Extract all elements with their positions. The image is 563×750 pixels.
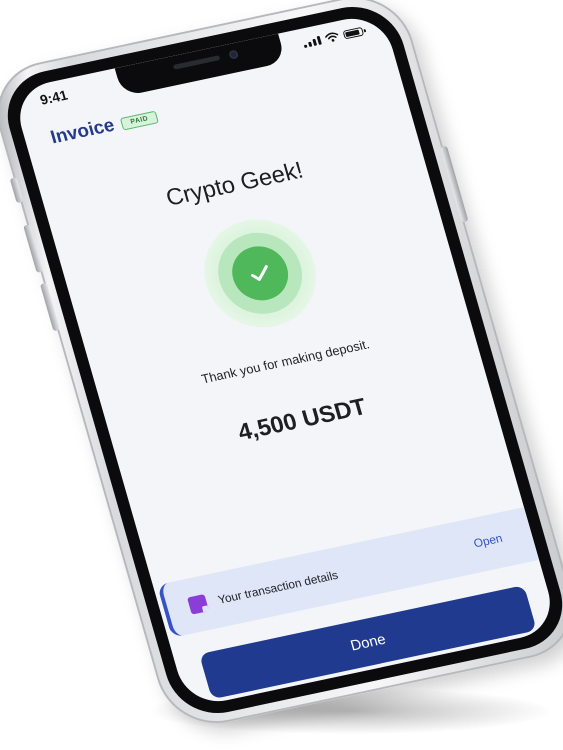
invoice-header: Invoice PAID [48, 106, 159, 149]
wifi-icon [325, 32, 339, 42]
document-icon [186, 594, 210, 615]
signal-icon [302, 35, 322, 48]
transaction-details-label: Your transaction details [216, 568, 340, 607]
status-icons [302, 26, 365, 48]
camera-icon [228, 49, 240, 60]
phone-device: 9:41 Invoice PAID Crypto Geek! Thank you… [0, 0, 563, 734]
battery-icon [342, 26, 365, 39]
status-time: 9:41 [38, 86, 70, 108]
success-indicator [191, 209, 330, 338]
page-title: Invoice [48, 115, 117, 149]
status-badge: PAID [120, 110, 159, 130]
success-headline: Crypto Geek! [163, 157, 307, 212]
stage: 9:41 Invoice PAID Crypto Geek! Thank you… [0, 0, 563, 750]
screen: 9:41 Invoice PAID Crypto Geek! Thank you… [10, 11, 560, 709]
open-link[interactable]: Open [472, 531, 504, 550]
speaker-grille [172, 55, 221, 70]
